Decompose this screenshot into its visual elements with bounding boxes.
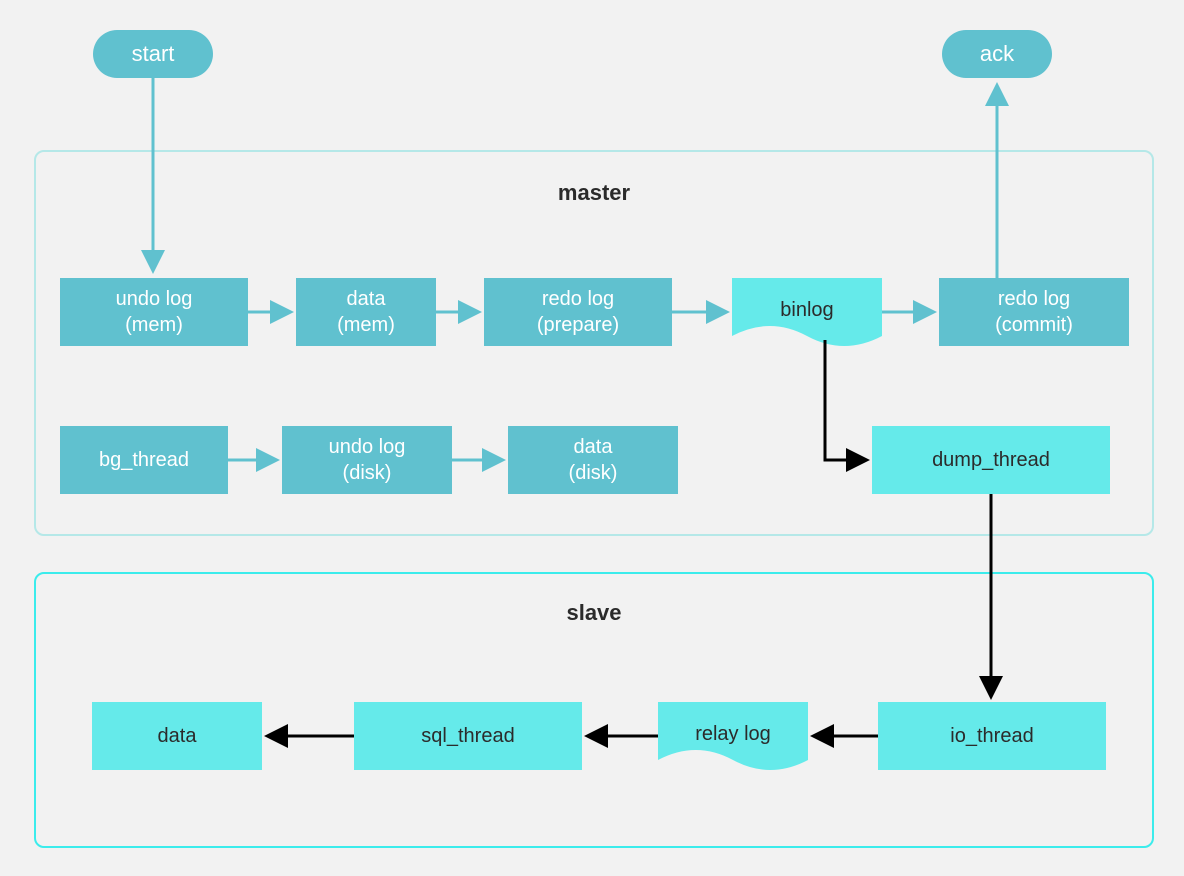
binlog-doc: binlog	[732, 278, 882, 356]
data-disk-l1: data	[574, 434, 613, 460]
start-pill: start	[93, 30, 213, 78]
sql-thread-node: sql_thread	[354, 702, 582, 770]
relay-log-label: relay log	[695, 723, 771, 745]
data-disk-node: data (disk)	[508, 426, 678, 494]
data-mem-node: data (mem)	[296, 278, 436, 346]
sql-thread-label: sql_thread	[421, 723, 514, 749]
undo-log-disk-l1: undo log	[329, 434, 406, 460]
undo-log-mem-l1: undo log	[116, 286, 193, 312]
data-mem-l1: data	[347, 286, 386, 312]
master-title: master	[36, 180, 1152, 206]
undo-log-disk-node: undo log (disk)	[282, 426, 452, 494]
bg-thread-node: bg_thread	[60, 426, 228, 494]
start-label: start	[132, 41, 175, 67]
io-thread-node: io_thread	[878, 702, 1106, 770]
slave-data-label: data	[158, 723, 197, 749]
data-mem-l2: (mem)	[337, 312, 395, 338]
undo-log-disk-l2: (disk)	[343, 460, 392, 486]
slave-data-node: data	[92, 702, 262, 770]
redo-commit-l2: (commit)	[995, 312, 1073, 338]
relay-log-doc: relay log	[658, 702, 808, 780]
redo-commit-l1: redo log	[998, 286, 1070, 312]
redo-prepare-l2: (prepare)	[537, 312, 619, 338]
dump-thread-label: dump_thread	[932, 447, 1050, 473]
data-disk-l2: (disk)	[569, 460, 618, 486]
redo-commit-node: redo log (commit)	[939, 278, 1129, 346]
dump-thread-node: dump_thread	[872, 426, 1110, 494]
slave-title: slave	[36, 600, 1152, 626]
redo-prepare-l1: redo log	[542, 286, 614, 312]
binlog-label: binlog	[780, 299, 833, 321]
undo-log-mem-node: undo log (mem)	[60, 278, 248, 346]
undo-log-mem-l2: (mem)	[125, 312, 183, 338]
io-thread-label: io_thread	[950, 723, 1033, 749]
bg-thread-label: bg_thread	[99, 447, 189, 473]
ack-label: ack	[980, 41, 1014, 67]
redo-prepare-node: redo log (prepare)	[484, 278, 672, 346]
ack-pill: ack	[942, 30, 1052, 78]
